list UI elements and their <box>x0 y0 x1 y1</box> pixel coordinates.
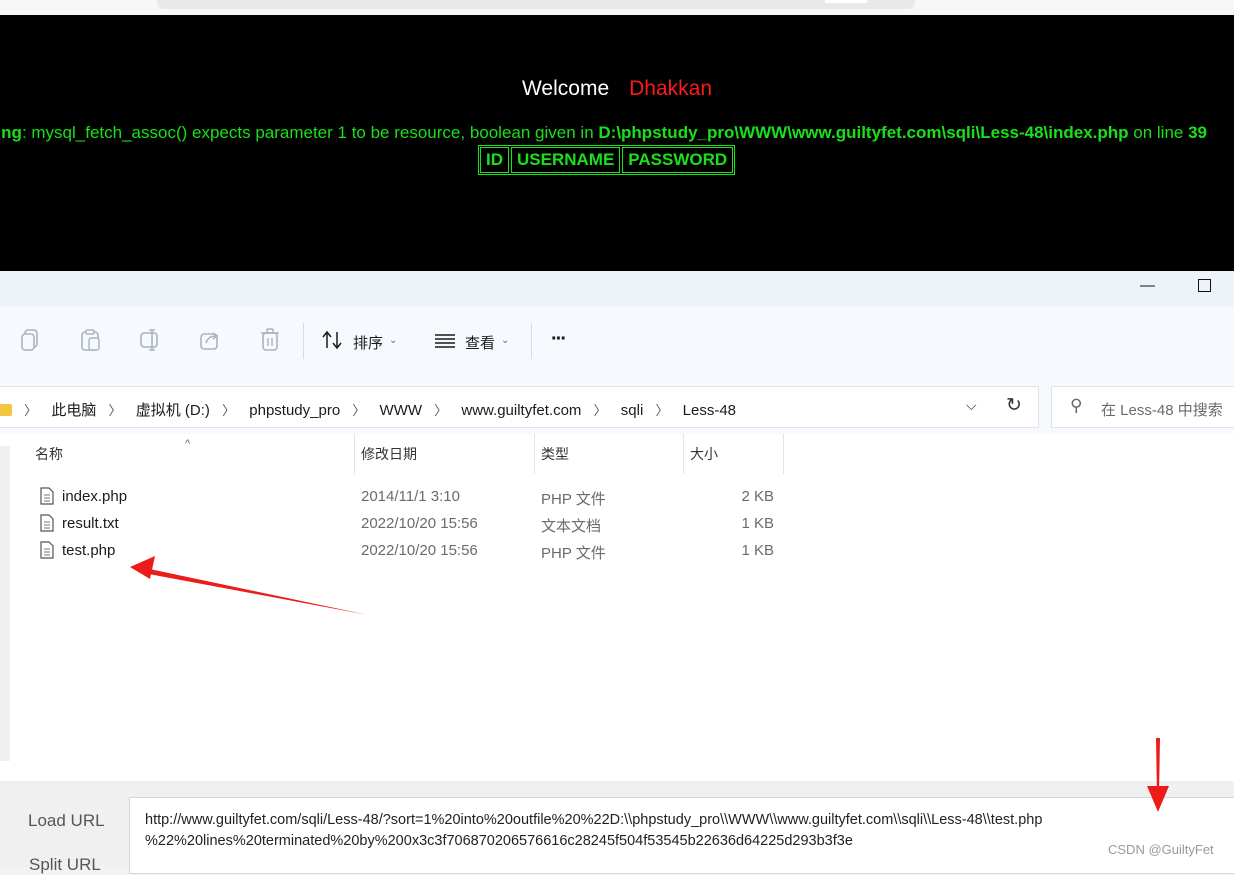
annotation-arrows <box>130 556 1169 812</box>
annotation-arrow-url <box>1147 738 1169 812</box>
annotation-arrow-test-php <box>130 556 368 615</box>
